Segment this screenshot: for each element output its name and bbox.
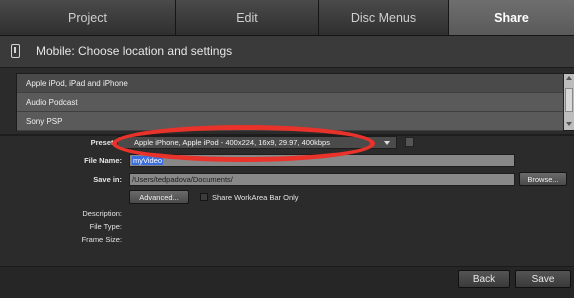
panel-title: Mobile: Choose location and settings [36,44,233,58]
tab-share[interactable]: Share [449,0,574,36]
list-item-audio-podcast[interactable]: Audio Podcast [17,93,563,112]
tab-project-label: Project [68,10,107,25]
save-in-value: /Users/tedpadova/Documents/ [132,175,233,184]
list-scrollbar[interactable] [563,74,574,130]
scroll-up-icon[interactable] [566,76,572,80]
share-workarea-label: Share WorkArea Bar Only [212,193,299,202]
description-label: Description: [82,209,122,218]
file-type-label: File Type: [89,222,122,231]
tab-edit[interactable]: Edit [176,0,319,36]
share-workarea-checkbox[interactable] [200,193,208,201]
tab-project[interactable]: Project [0,0,176,36]
save-button[interactable]: Save [515,270,571,288]
save-in-field[interactable]: /Users/tedpadova/Documents/ [129,173,515,186]
tab-edit-label: Edit [236,10,258,25]
file-name-label: File Name: [84,156,122,165]
back-label: Back [472,273,496,285]
scroll-thumb[interactable] [565,88,573,112]
tab-disc-menus-label: Disc Menus [350,10,417,25]
preset-info-icon[interactable] [405,137,414,147]
back-button[interactable]: Back [458,270,510,288]
tab-disc-menus[interactable]: Disc Menus [319,0,449,36]
scroll-down-icon[interactable] [566,122,572,126]
callout-ellipse [112,125,375,162]
browse-label: Browse... [527,174,559,184]
workflow-tabs: Project Edit Disc Menus Share [0,0,574,36]
panel-header: Mobile: Choose location and settings [0,36,574,68]
save-in-label: Save in: [93,175,122,184]
frame-size-label: Frame Size: [81,235,122,244]
mobile-phone-icon [11,44,20,58]
save-label: Save [531,273,555,285]
preset-label: Preset: [90,138,116,147]
advanced-label: Advanced... [139,192,179,202]
device-list: Apple iPod, iPad and iPhone Audio Podcas… [16,73,574,131]
browse-button[interactable]: Browse... [519,172,567,186]
chevron-down-icon [384,141,390,145]
list-item-apple[interactable]: Apple iPod, iPad and iPhone [17,74,563,93]
advanced-button[interactable]: Advanced... [129,190,189,204]
tab-share-label: Share [494,10,529,25]
